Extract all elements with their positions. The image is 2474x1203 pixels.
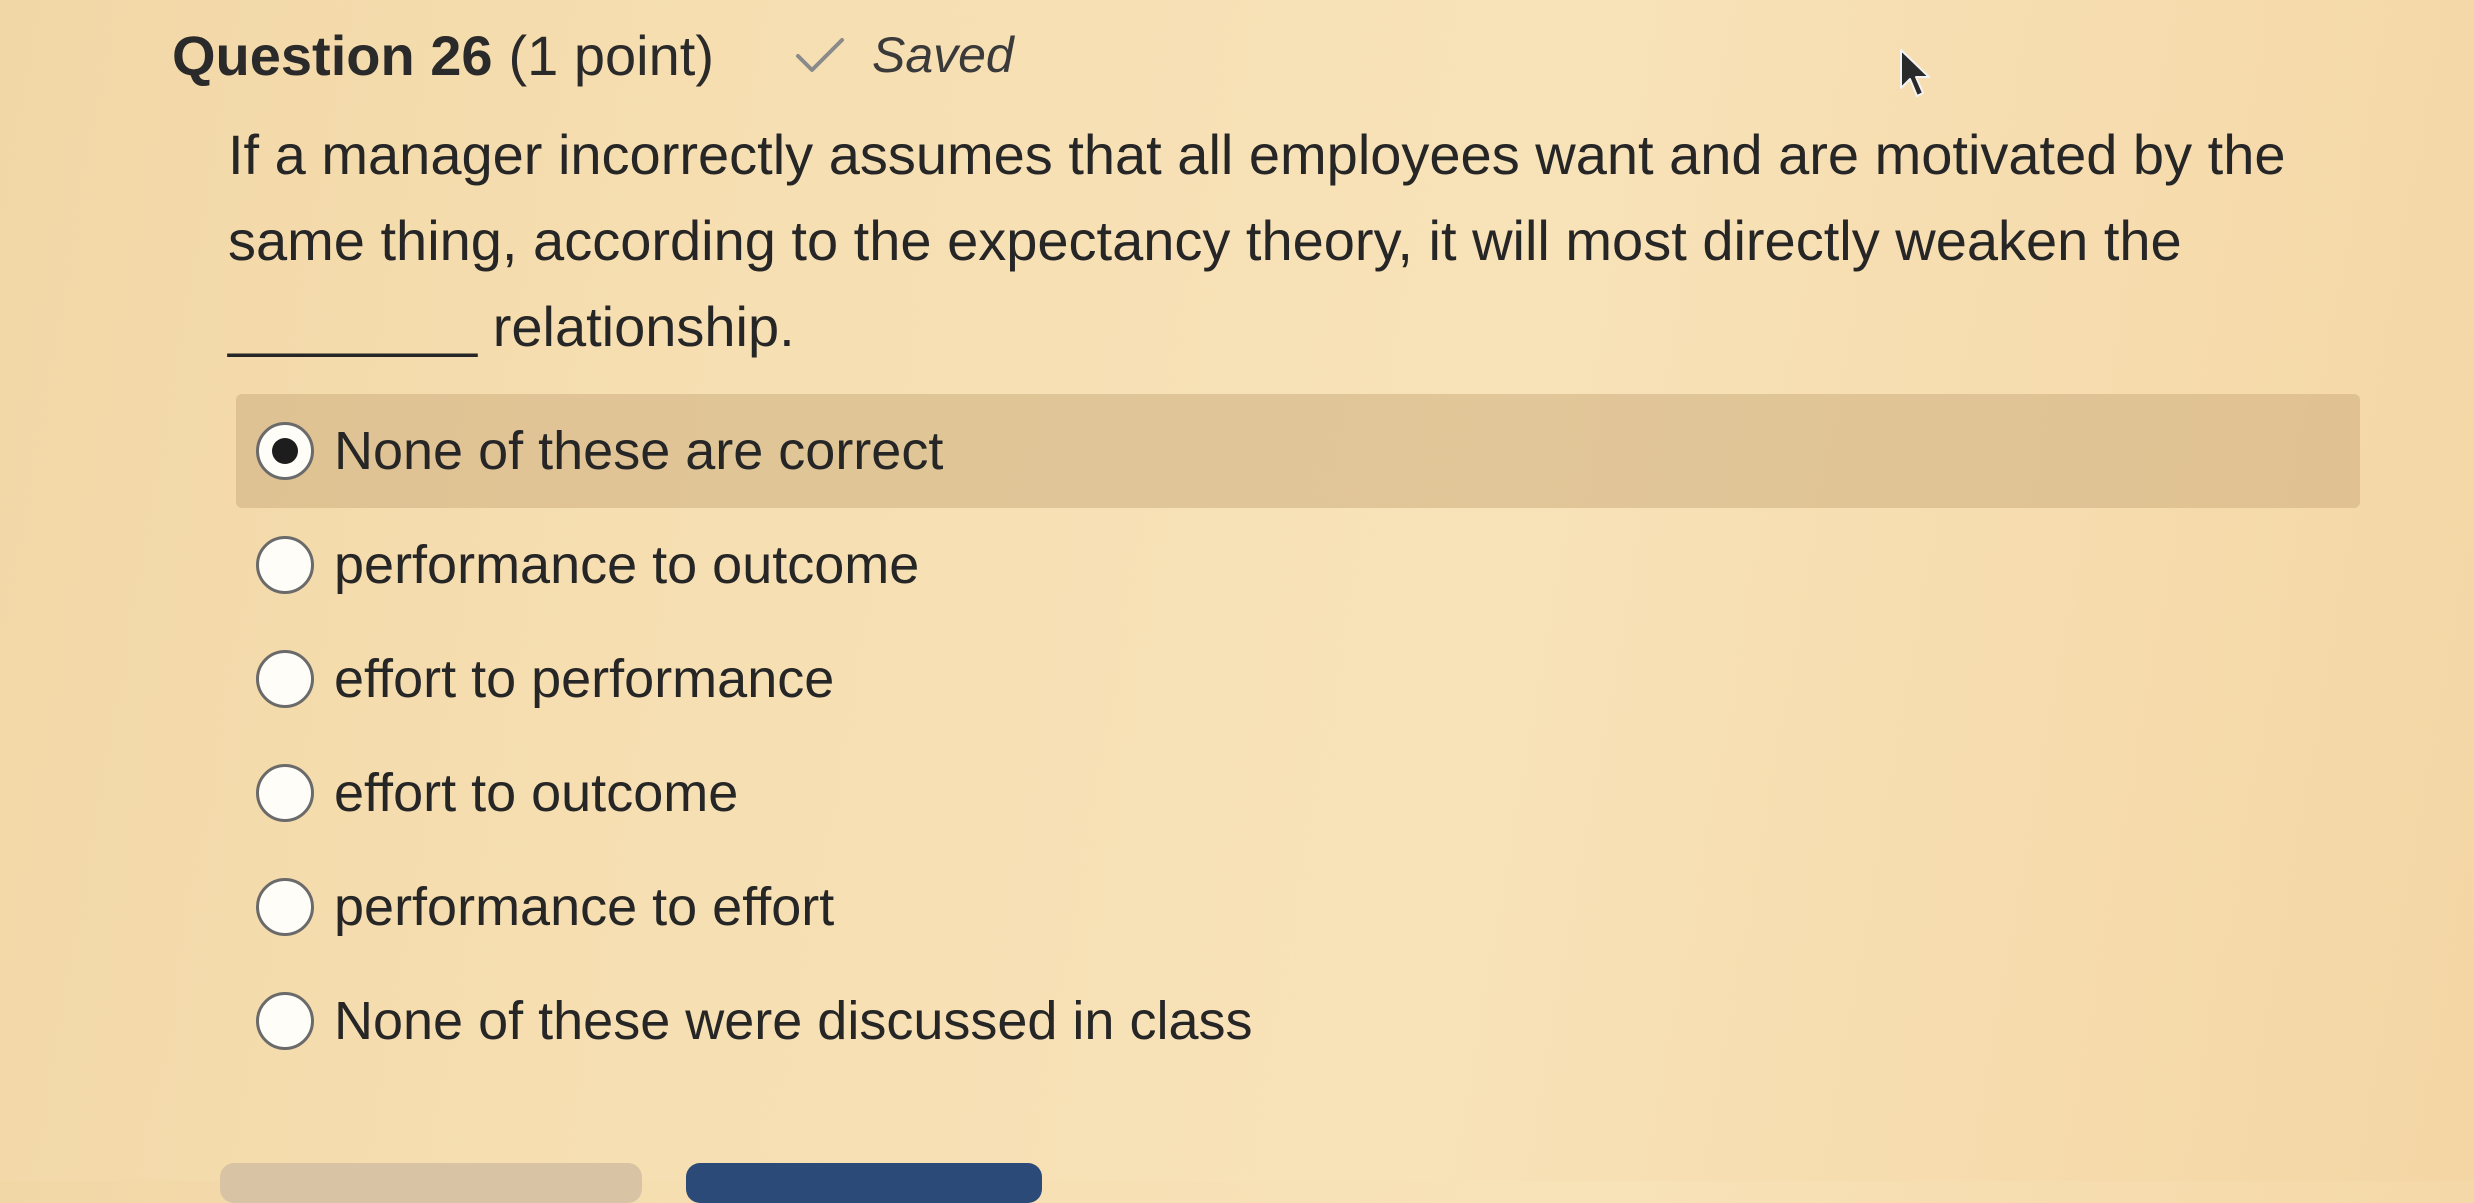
- next-page-button[interactable]: [686, 1163, 1042, 1203]
- check-icon: [795, 38, 844, 72]
- question-header: Question 26 (1 point) Saved: [172, 10, 1014, 100]
- answer-option[interactable]: None of these were discussed in class: [236, 964, 2360, 1078]
- answer-option-label[interactable]: None of these are correct: [334, 420, 943, 482]
- answer-option-label[interactable]: performance to effort: [334, 876, 834, 938]
- question-text: If a manager incorrectly assumes that al…: [228, 123, 2286, 358]
- answer-option-label[interactable]: effort to outcome: [334, 762, 738, 824]
- question-points: (1 point): [508, 23, 714, 87]
- radio-button[interactable]: [256, 992, 314, 1050]
- saved-status: Saved: [794, 26, 1014, 84]
- radio-button[interactable]: [256, 650, 314, 708]
- mouse-cursor-icon: [1900, 49, 1930, 97]
- answer-option[interactable]: performance to effort: [236, 850, 2360, 964]
- saved-label: Saved: [871, 27, 1014, 83]
- answer-option[interactable]: performance to outcome: [236, 508, 2360, 622]
- question-title: Question 26: [172, 23, 493, 87]
- answer-option-label[interactable]: effort to performance: [334, 648, 834, 710]
- radio-button-selected[interactable]: [256, 422, 314, 480]
- answer-option[interactable]: effort to outcome: [236, 736, 2360, 850]
- answer-option-label[interactable]: None of these were discussed in class: [334, 990, 1252, 1052]
- answer-option-label[interactable]: performance to outcome: [334, 534, 919, 596]
- answer-options: None of these are correct performance to…: [236, 394, 2360, 1078]
- radio-dot-icon: [272, 438, 298, 464]
- radio-button[interactable]: [256, 878, 314, 936]
- previous-page-button[interactable]: [220, 1163, 642, 1203]
- radio-button[interactable]: [256, 536, 314, 594]
- answer-option[interactable]: effort to performance: [236, 622, 2360, 736]
- answer-option[interactable]: None of these are correct: [236, 394, 2360, 508]
- radio-button[interactable]: [256, 764, 314, 822]
